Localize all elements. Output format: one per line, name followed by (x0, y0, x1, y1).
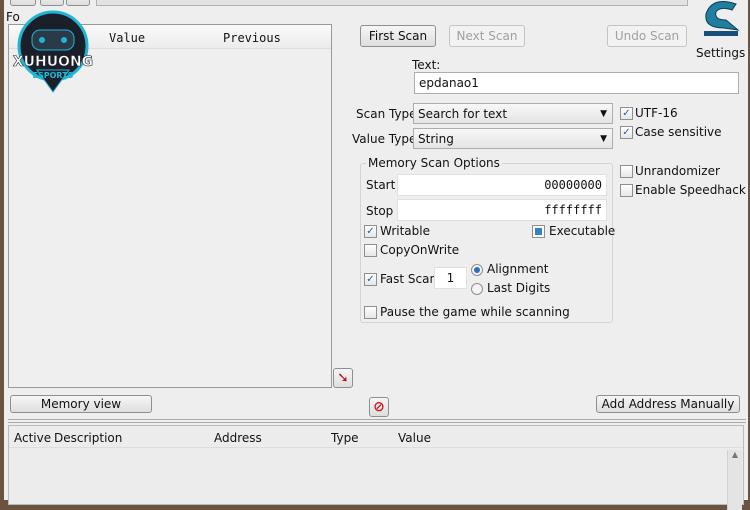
progress-bar (96, 0, 688, 6)
next-scan-button[interactable]: Next Scan (449, 25, 525, 47)
column-previous[interactable]: Previous (223, 31, 281, 45)
writable-label: Writable (380, 224, 430, 238)
scrollbar[interactable]: ▲ (727, 450, 742, 510)
scan-type-value: Search for text (418, 107, 508, 121)
writable-checkbox[interactable]: ✓ (364, 225, 377, 238)
pause-game-label: Pause the game while scanning (380, 305, 570, 319)
fast-scan-value-input[interactable]: 1 (434, 267, 467, 289)
copyonwrite-checkbox[interactable] (364, 244, 377, 257)
copyonwrite-label: CopyOnWrite (380, 243, 460, 257)
memory-view-button[interactable]: Memory view (10, 395, 152, 413)
speedhack-label: Enable Speedhack (635, 183, 746, 197)
last-digits-radio[interactable] (471, 283, 483, 295)
clear-list-button[interactable]: ⊘ (369, 397, 389, 417)
pause-game-checkbox[interactable] (364, 306, 377, 319)
splitter-handle[interactable] (8, 419, 746, 423)
red-arrow-icon: ➘ (337, 370, 349, 386)
executable-checkbox[interactable] (532, 225, 545, 238)
scan-type-label: Scan Type (356, 107, 417, 121)
svg-text:XUHUONG: XUHUONG (13, 54, 93, 70)
chevron-down-icon: ▼ (600, 109, 607, 119)
utf16-label: UTF-16 (635, 106, 678, 120)
value-type-label: Value Type (352, 132, 417, 146)
case-sensitive-checkbox[interactable]: ✓ (620, 126, 633, 139)
open-process-button[interactable] (10, 0, 36, 6)
address-list[interactable]: Active Description Address Type Value ▲ (8, 425, 744, 510)
start-address-input[interactable]: 00000000 (397, 174, 607, 196)
column-address[interactable]: Address (214, 431, 262, 445)
chevron-down-icon: ▼ (600, 134, 607, 144)
stop-address-input[interactable]: ffffffff (397, 199, 607, 221)
executable-label: Executable (549, 224, 616, 238)
scan-type-select[interactable]: Search for text ▼ (413, 103, 613, 124)
value-type-value: String (418, 132, 454, 146)
xuhuong-esports-logo: XUHUONG ESPORTS (12, 8, 94, 94)
column-value[interactable]: Value (398, 431, 431, 445)
fast-scan-checkbox[interactable]: ✓ (364, 273, 377, 286)
speedhack-checkbox[interactable] (620, 184, 633, 197)
save-file-button[interactable] (66, 0, 90, 6)
add-selected-to-list-button[interactable]: ➘ (333, 368, 353, 388)
add-address-manually-button[interactable]: Add Address Manually (596, 395, 740, 413)
unrandomizer-label: Unrandomizer (635, 164, 720, 178)
svg-text:ESPORTS: ESPORTS (33, 71, 74, 80)
case-sensitive-label: Case sensitive (635, 125, 722, 139)
column-description[interactable]: Description (54, 431, 122, 445)
column-type[interactable]: Type (331, 431, 359, 445)
utf16-checkbox[interactable]: ✓ (620, 107, 633, 120)
value-type-select[interactable]: String ▼ (413, 128, 613, 149)
stop-label: Stop (366, 204, 394, 218)
memory-scan-options-title: Memory Scan Options (366, 156, 502, 170)
alignment-radio[interactable] (471, 264, 483, 276)
start-label: Start (366, 178, 396, 192)
alignment-label: Alignment (487, 262, 549, 276)
settings-link[interactable]: Settings (696, 46, 745, 60)
last-digits-label: Last Digits (487, 281, 551, 295)
fast-scan-label: Fast Scan (380, 272, 438, 286)
text-label: Text: (412, 58, 441, 72)
text-value-input[interactable]: epdanao1 (414, 72, 739, 94)
column-active[interactable]: Active (14, 431, 51, 445)
stop-icon: ⊘ (373, 399, 385, 415)
cheat-engine-logo-icon[interactable] (698, 0, 742, 38)
open-file-button[interactable] (40, 0, 64, 6)
cheat-engine-window: Fo Value Previous XUHUONG ESPORTS First … (4, 0, 748, 510)
unrandomizer-checkbox[interactable] (620, 165, 633, 178)
column-value[interactable]: Value (109, 31, 145, 45)
undo-scan-button[interactable]: Undo Scan (607, 25, 687, 47)
first-scan-button[interactable]: First Scan (360, 25, 436, 47)
